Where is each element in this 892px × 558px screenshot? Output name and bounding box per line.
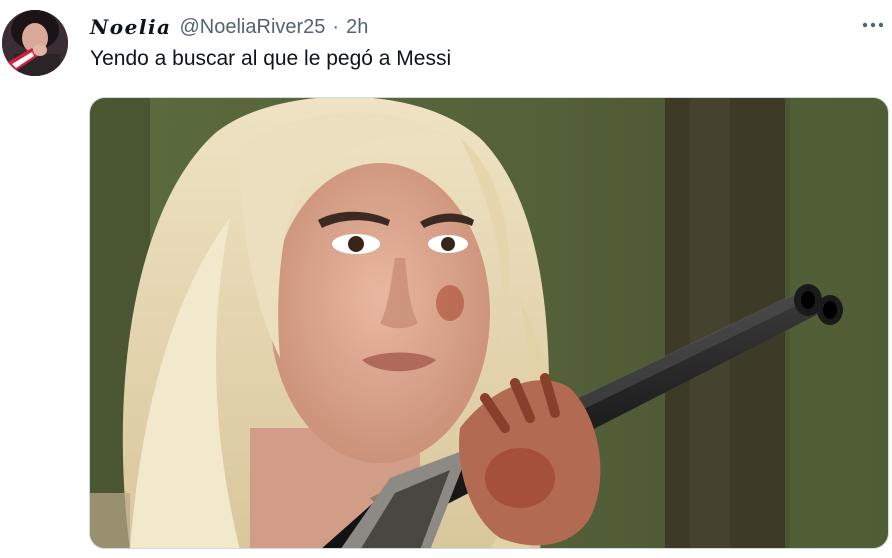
tweet-text: Yendo a buscar al que le pegó a Messi [90, 47, 452, 70]
avatar[interactable] [2, 10, 68, 76]
tweet: Noelia @NoeliaRiver25 · 2h Yendo a busca… [0, 0, 892, 558]
header-separator: · [332, 15, 340, 38]
avatar-photo [2, 10, 68, 76]
tweet-media-image[interactable] [89, 97, 889, 549]
more-options-button[interactable] [860, 14, 886, 36]
timestamp[interactable]: 2h [346, 16, 368, 39]
more-horizontal-icon [862, 22, 884, 28]
media-photo [90, 98, 888, 548]
display-name[interactable]: Noelia [90, 15, 172, 39]
tweet-header: Noelia @NoeliaRiver25 · 2h [90, 12, 368, 42]
user-handle[interactable]: @NoeliaRiver25 [180, 16, 326, 39]
